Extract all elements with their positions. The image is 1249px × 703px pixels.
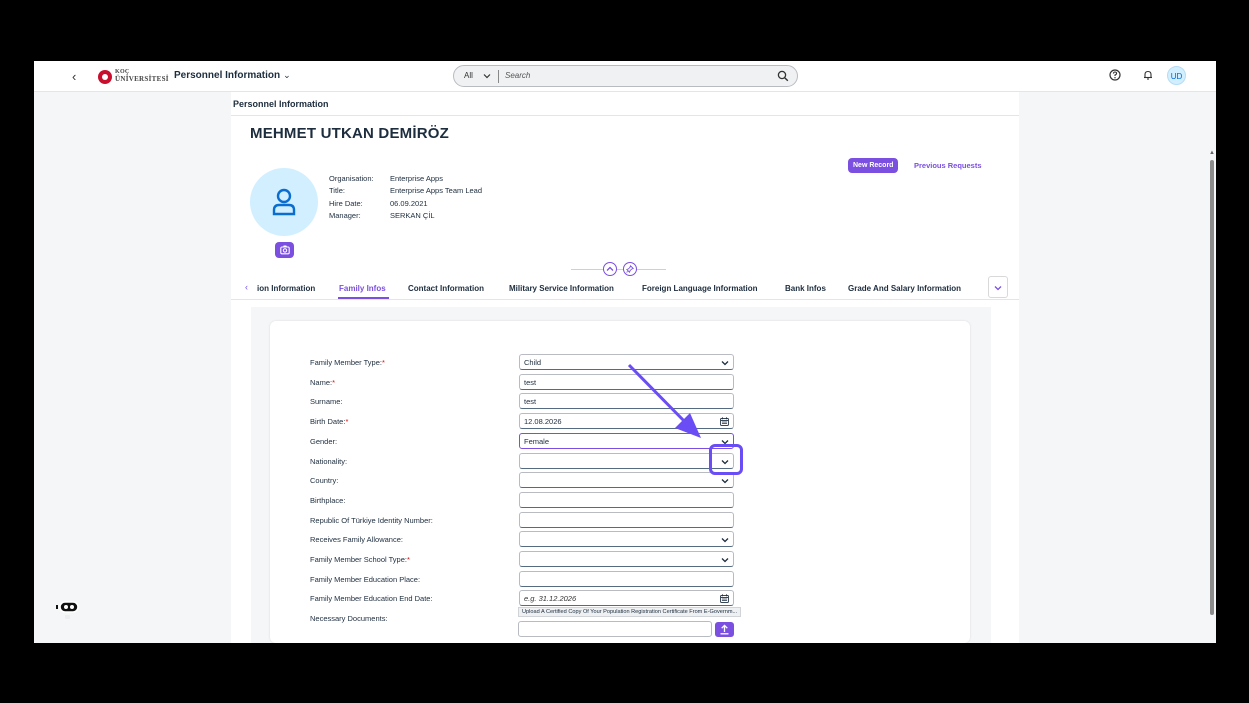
- assistant-bot-icon[interactable]: [56, 600, 80, 620]
- annotation-arrow-icon: [627, 363, 701, 438]
- app-window: ‹ KOÇ ÜNİVERSİTESİ Personnel Information…: [34, 61, 1216, 643]
